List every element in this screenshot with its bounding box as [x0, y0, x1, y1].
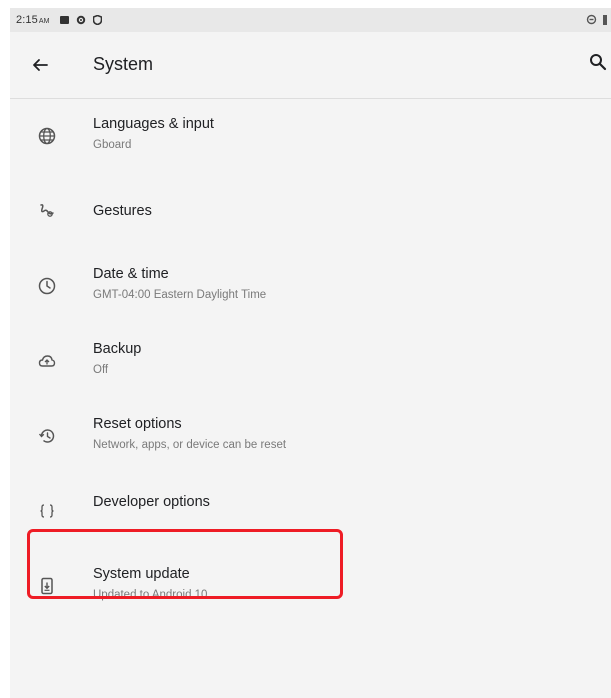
back-button[interactable]: [28, 53, 52, 77]
notification-image-icon: [59, 16, 69, 24]
status-ampm: AM: [38, 18, 50, 25]
settings-item-label: System update: [93, 566, 190, 582]
settings-item-label: Reset options: [93, 416, 182, 432]
settings-item-summary: Off: [93, 364, 109, 376]
data-saver-icon: [586, 14, 597, 25]
settings-list: Languages & input Gboard Gestures Date &…: [10, 99, 611, 624]
settings-item-backup[interactable]: Backup Off: [10, 324, 611, 399]
status-time-value: 2:15: [16, 14, 38, 26]
search-icon: [590, 54, 607, 71]
shield-icon: [92, 15, 102, 25]
settings-item-developer[interactable]: Developer options: [10, 474, 611, 549]
settings-item-summary: GMT-04:00 Eastern Daylight Time: [93, 289, 267, 301]
settings-item-summary: Updated to Android 10: [93, 589, 208, 601]
settings-item-label: Backup: [93, 341, 142, 357]
settings-item-label: Developer options: [93, 494, 210, 510]
settings-item-summary: Network, apps, or device can be reset: [93, 439, 287, 451]
status-bar: 2:15AM: [10, 8, 611, 32]
settings-item-languages[interactable]: Languages & input Gboard: [10, 99, 611, 174]
system-update-icon: [36, 575, 58, 597]
braces-icon: [36, 500, 58, 522]
settings-item-summary: Gboard: [93, 139, 132, 151]
globe-icon: [36, 125, 58, 147]
settings-screen: 2:15AM System Languages & input Gboard G…: [10, 8, 611, 698]
settings-item-system-update[interactable]: System update Updated to Android 10: [10, 549, 611, 624]
settings-item-label: Date & time: [93, 266, 169, 282]
history-icon: [36, 425, 58, 447]
back-arrow-icon: [33, 59, 48, 71]
battery-icon: [603, 14, 607, 25]
cloud-upload-icon: [36, 350, 58, 372]
gesture-icon: [36, 200, 58, 222]
status-time: 2:15AM: [16, 14, 50, 26]
settings-item-gestures[interactable]: Gestures: [10, 174, 611, 249]
settings-item-label: Gestures: [93, 203, 152, 219]
settings-item-label: Languages & input: [93, 116, 214, 132]
settings-gear-icon: [76, 15, 85, 25]
app-bar: System: [10, 32, 611, 99]
clock-icon: [36, 275, 58, 297]
settings-item-date-time[interactable]: Date & time GMT-04:00 Eastern Daylight T…: [10, 249, 611, 324]
settings-item-reset[interactable]: Reset options Network, apps, or device c…: [10, 399, 611, 474]
search-button[interactable]: [588, 52, 611, 76]
page-title: System: [93, 54, 154, 74]
